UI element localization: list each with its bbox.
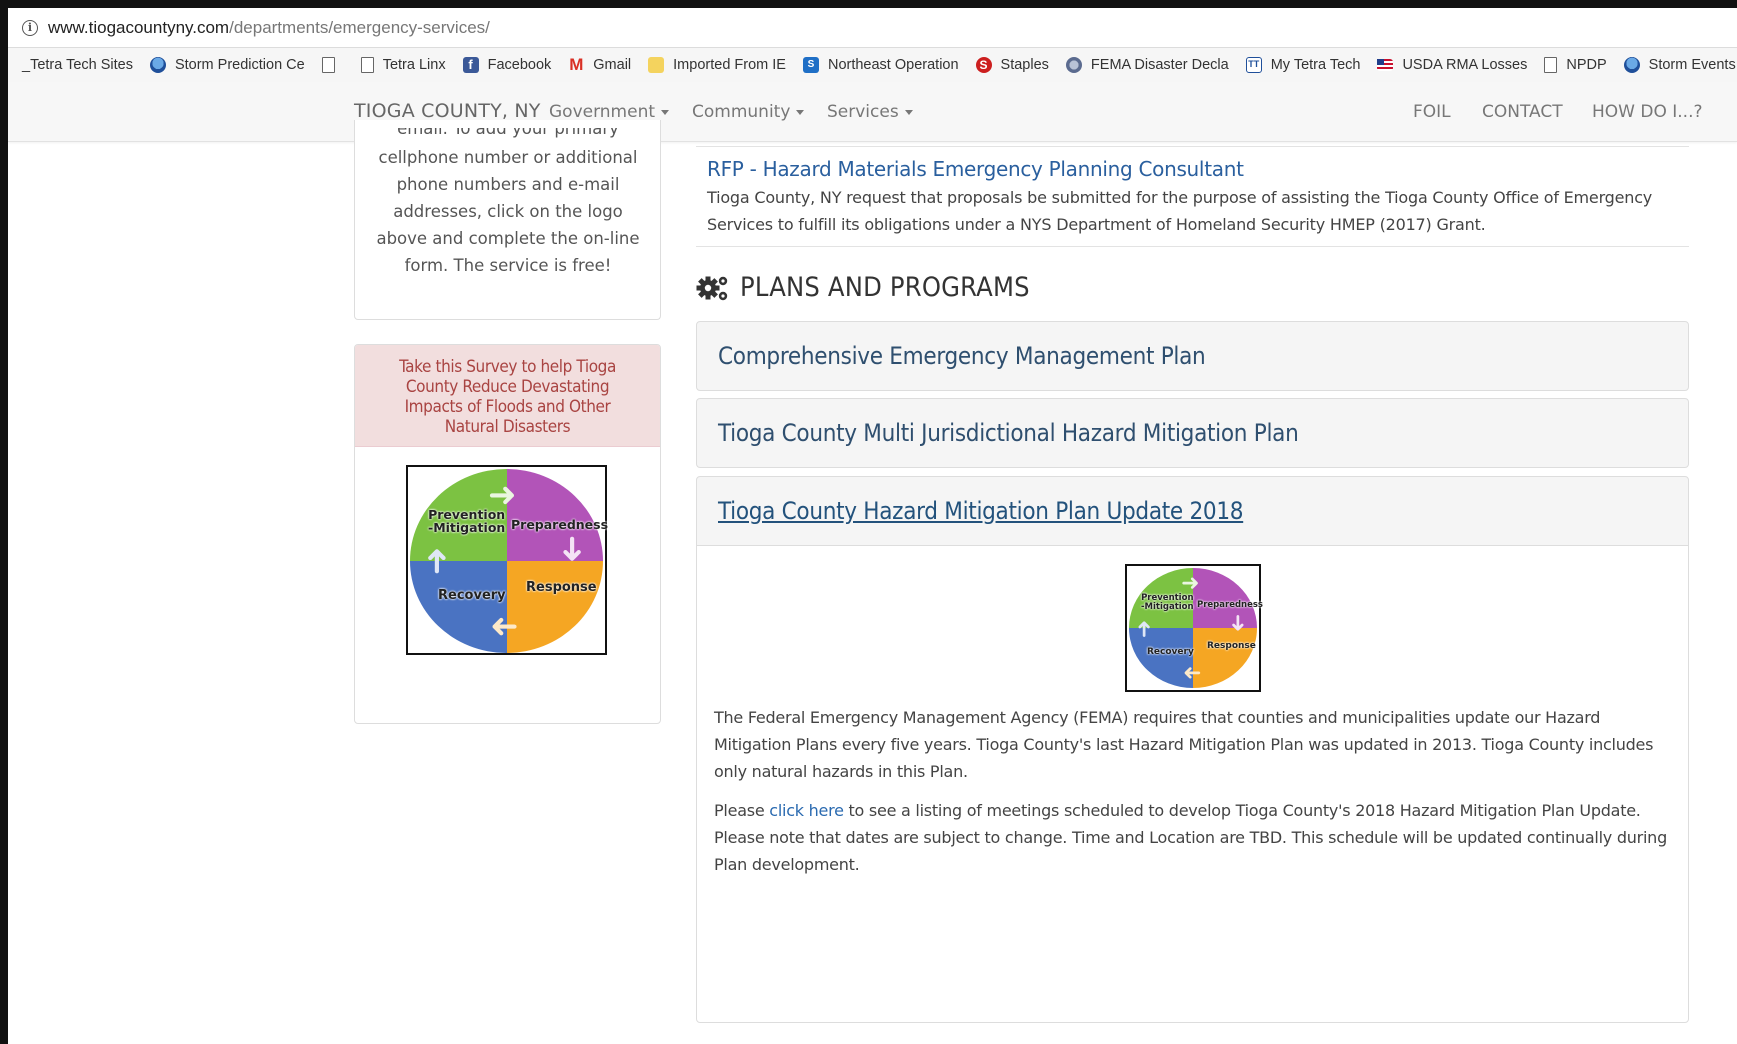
facebook-icon: f <box>462 57 479 73</box>
accordion-item[interactable]: Tioga County Multi Jurisdictional Hazard… <box>696 398 1689 468</box>
bookmark-usda-rma[interactable]: USDA RMA Losses <box>1377 57 1527 73</box>
survey-panel: Take this Survey to help Tioga County Re… <box>354 344 661 724</box>
plan-title[interactable]: Tioga County Multi Jurisdictional Hazard… <box>718 419 1299 447</box>
preparedness-label: Preparedness <box>511 517 609 532</box>
alert-signup-text: email. To add your primary cellphone num… <box>376 128 640 275</box>
noaa-icon <box>1623 57 1640 73</box>
bookmark-staples[interactable]: S Staples <box>975 57 1049 73</box>
bookmark-tetra-tech-sites[interactable]: _Tetra Tech Sites <box>22 57 133 73</box>
page-icon <box>360 57 374 73</box>
survey-link[interactable]: Take this Survey to help Tioga County Re… <box>355 345 660 447</box>
caret-down-icon <box>796 109 805 115</box>
caret-down-icon <box>661 109 670 115</box>
bookmark-storm-prediction[interactable]: Storm Prediction Ce <box>149 57 305 73</box>
arrow-up-icon: ➜ <box>1131 619 1157 639</box>
rfp-link[interactable]: RFP - Hazard Materials Emergency Plannin… <box>707 157 1244 181</box>
nav-foil[interactable]: FOIL <box>1413 102 1451 122</box>
url-path: /departments/emergency-services/ <box>229 17 490 37</box>
site-brand[interactable]: TIOGA COUNTY, NY <box>354 100 541 122</box>
bookmark-blank-page[interactable] <box>321 57 344 73</box>
accordion-item-open[interactable]: Tioga County Hazard Mitigation Plan Upda… <box>696 476 1689 546</box>
url-host: www.tiogacountyny.com <box>48 17 230 37</box>
bookmark-npdp[interactable]: NPDP <box>1544 57 1607 73</box>
bookmark-northeast-operation[interactable]: S Northeast Operation <box>802 57 959 73</box>
tetratech-icon: TT <box>1245 57 1262 73</box>
divider <box>696 146 1689 147</box>
nav-government[interactable]: Government <box>549 102 670 122</box>
bookmark-storm-events[interactable]: Storm Events <box>1623 57 1736 73</box>
emergency-cycle-logo[interactable]: ➜ ➜ ➜ ➜ Prevention -Mitigation Preparedne… <box>406 465 609 655</box>
nav-how-do-i[interactable]: HOW DO I...? <box>1592 102 1703 122</box>
response-label: Response <box>526 580 597 595</box>
nav-contact[interactable]: CONTACT <box>1482 102 1563 122</box>
bookmarks-bar: _Tetra Tech Sites Storm Prediction Ce Te… <box>8 48 1737 82</box>
nav-community[interactable]: Community <box>692 102 805 122</box>
flag-icon <box>1377 59 1394 71</box>
recovery-label: Recovery <box>438 588 506 603</box>
meetings-link[interactable]: click here <box>769 801 844 820</box>
bookmark-imported-from-ie[interactable]: Imported From IE <box>648 57 786 73</box>
site-navbar: TIOGA COUNTY, NY Government Community Se… <box>8 82 1737 142</box>
arrow-left-icon: ➜ <box>1183 661 1202 686</box>
bookmark-fema[interactable]: FEMA Disaster Decla <box>1065 57 1229 73</box>
noaa-icon <box>149 57 166 73</box>
sharepoint-icon: S <box>802 57 819 73</box>
folder-icon <box>648 57 665 73</box>
fema-icon <box>1065 57 1082 73</box>
arrow-left-icon: ➜ <box>490 608 519 646</box>
plan-paragraph-1: The Federal Emergency Management Agency … <box>714 708 1654 781</box>
divider <box>696 246 1689 247</box>
plan-title[interactable]: Comprehensive Emergency Management Plan <box>718 342 1206 370</box>
page-icon <box>321 57 335 73</box>
rfp-description: Tioga County, NY request that proposals … <box>707 188 1653 234</box>
arrow-up-icon: ➜ <box>417 546 456 576</box>
bookmark-facebook[interactable]: f Facebook <box>462 57 551 73</box>
accordion-item[interactable]: Comprehensive Emergency Management Plan <box>696 321 1689 391</box>
page-icon <box>1544 57 1558 73</box>
plan-paragraph-2: Please click here to see a listing of me… <box>714 801 1667 874</box>
prevention-label: Prevention -Mitigation <box>1141 593 1194 612</box>
section-title: PLANS AND PROGRAMS <box>696 272 1030 303</box>
address-bar[interactable]: i www.tiogacountyny.com/departments/emer… <box>8 8 1737 48</box>
arrow-down-icon: ➜ <box>1226 613 1252 633</box>
info-icon[interactable]: i <box>22 19 38 36</box>
prevention-label: Prevention -Mitigation <box>428 507 506 535</box>
bookmark-gmail[interactable]: M Gmail <box>568 55 631 74</box>
recovery-label: Recovery <box>1147 647 1194 657</box>
gears-icon <box>696 276 728 300</box>
gmail-icon: M <box>569 55 584 74</box>
nav-services[interactable]: Services <box>827 102 913 122</box>
plan-title[interactable]: Tioga County Hazard Mitigation Plan Upda… <box>718 497 1244 525</box>
arrow-down-icon: ➜ <box>553 534 592 564</box>
response-label: Response <box>1207 641 1256 651</box>
bookmark-tetra-linx[interactable]: Tetra Linx <box>360 57 446 73</box>
emergency-cycle-logo: ➜ ➜ ➜ ➜ Prevention -Mitigation Preparedne… <box>1125 564 1263 692</box>
preparedness-label: Preparedness <box>1197 600 1263 610</box>
staples-icon: S <box>975 57 992 73</box>
bookmark-my-tetra-tech[interactable]: TT My Tetra Tech <box>1245 57 1360 73</box>
caret-down-icon <box>904 109 913 115</box>
